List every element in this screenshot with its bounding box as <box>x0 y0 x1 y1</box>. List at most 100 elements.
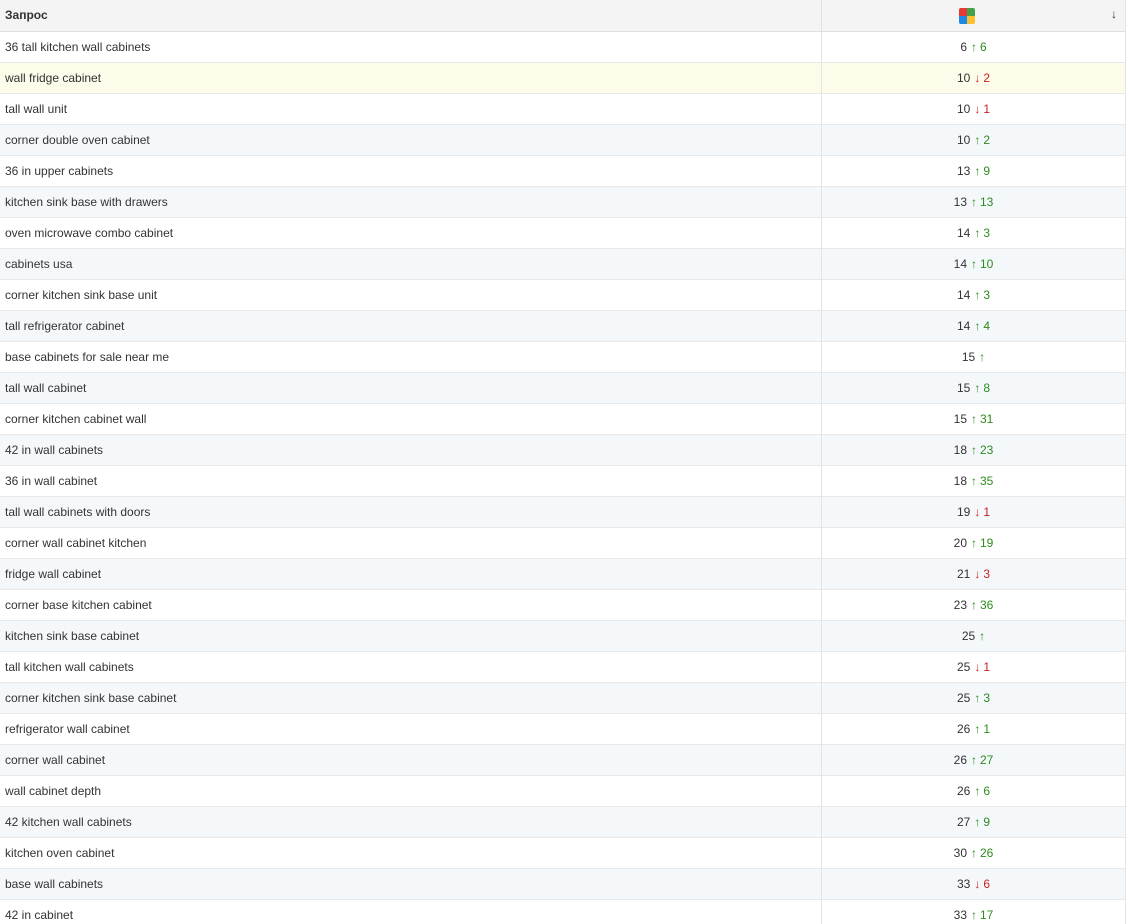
arrow-up-icon: ↑ <box>974 691 981 705</box>
position-change: 23 <box>980 443 994 457</box>
table-row[interactable]: corner kitchen cabinet wall 15 ↑ 31 <box>0 404 1125 435</box>
position-value: 15 <box>956 381 971 395</box>
arrow-up-icon: ↑ <box>974 226 981 240</box>
position-cell: 23 ↑ 36 <box>822 590 1125 620</box>
table-row[interactable]: 36 in upper cabinets 13 ↑ 9 <box>0 156 1125 187</box>
query-cell: fridge wall cabinet <box>0 559 822 589</box>
arrow-up-icon: ↑ <box>971 753 977 767</box>
position-value: 26 <box>953 753 967 767</box>
query-column-header[interactable]: Запрос <box>0 0 822 31</box>
arrow-down-icon: ↓ <box>974 102 981 116</box>
position-value: 26 <box>956 722 971 736</box>
arrow-up-icon: ↑ <box>974 164 981 178</box>
query-cell: tall wall cabinet <box>0 373 822 403</box>
table-row[interactable]: refrigerator wall cabinet 26 ↑ 1 <box>0 714 1125 745</box>
arrow-up-icon: ↑ <box>974 288 981 302</box>
query-cell: 42 in wall cabinets <box>0 435 822 465</box>
arrow-up-icon: ↑ <box>971 412 977 426</box>
table-row[interactable]: corner kitchen sink base unit 14 ↑ 3 <box>0 280 1125 311</box>
query-cell: 42 kitchen wall cabinets <box>0 807 822 837</box>
position-value: 25 <box>961 629 976 643</box>
table-row[interactable]: kitchen sink base cabinet 25 ↑ <box>0 621 1125 652</box>
table-row[interactable]: base cabinets for sale near me 15 ↑ <box>0 342 1125 373</box>
position-cell: 14 ↑ 4 <box>822 311 1125 341</box>
table-row[interactable]: corner wall cabinet kitchen 20 ↑ 19 <box>0 528 1125 559</box>
position-change: 2 <box>983 133 991 147</box>
position-change: 3 <box>983 567 991 581</box>
position-change: 13 <box>980 195 994 209</box>
position-cell: 26 ↑ 6 <box>822 776 1125 806</box>
query-cell: wall fridge cabinet <box>0 63 822 93</box>
position-change: 1 <box>983 505 991 519</box>
position-value: 21 <box>956 567 971 581</box>
table-row[interactable]: base wall cabinets 33 ↓ 6 <box>0 869 1125 900</box>
position-cell: 21 ↓ 3 <box>822 559 1125 589</box>
position-cell: 6 ↑ 6 <box>822 32 1125 62</box>
position-change: 1 <box>983 722 991 736</box>
position-cell: 15 ↑ <box>822 342 1125 372</box>
table-row[interactable]: tall wall unit 10 ↓ 1 <box>0 94 1125 125</box>
arrow-down-icon: ↓ <box>974 505 981 519</box>
position-change: 4 <box>983 319 991 333</box>
position-cell: 18 ↑ 35 <box>822 466 1125 496</box>
position-change: 3 <box>983 691 991 705</box>
arrow-up-icon: ↑ <box>974 133 981 147</box>
table-row[interactable]: tall refrigerator cabinet 14 ↑ 4 <box>0 311 1125 342</box>
arrow-up-icon: ↑ <box>974 381 981 395</box>
position-cell: 25 ↑ 3 <box>822 683 1125 713</box>
position-change: 26 <box>980 846 994 860</box>
position-value: 23 <box>953 598 967 612</box>
table-row[interactable]: corner kitchen sink base cabinet 25 ↑ 3 <box>0 683 1125 714</box>
position-column-header[interactable]: ↓ <box>822 0 1125 31</box>
position-value: 13 <box>956 164 971 178</box>
arrow-down-icon: ↓ <box>974 71 981 85</box>
table-row[interactable]: wall cabinet depth 26 ↑ 6 <box>0 776 1125 807</box>
position-cell: 14 ↑ 3 <box>822 218 1125 248</box>
table-row[interactable]: 42 in cabinet 33 ↑ 17 <box>0 900 1125 924</box>
table-row[interactable]: corner wall cabinet 26 ↑ 27 <box>0 745 1125 776</box>
position-cell: 25 ↓ 1 <box>822 652 1125 682</box>
table-row[interactable]: cabinets usa 14 ↑ 10 <box>0 249 1125 280</box>
query-cell: cabinets usa <box>0 249 822 279</box>
query-cell: corner kitchen sink base cabinet <box>0 683 822 713</box>
table-row[interactable]: 36 in wall cabinet 18 ↑ 35 <box>0 466 1125 497</box>
position-cell: 26 ↑ 1 <box>822 714 1125 744</box>
position-cell: 10 ↓ 1 <box>822 94 1125 124</box>
position-change: 2 <box>983 71 991 85</box>
arrow-up-icon: ↑ <box>971 474 977 488</box>
query-cell: base cabinets for sale near me <box>0 342 822 372</box>
arrow-down-icon: ↓ <box>974 877 981 891</box>
position-cell: 19 ↓ 1 <box>822 497 1125 527</box>
position-cell: 10 ↓ 2 <box>822 63 1125 93</box>
table-row[interactable]: tall wall cabinet 15 ↑ 8 <box>0 373 1125 404</box>
table-row[interactable]: wall fridge cabinet 10 ↓ 2 <box>0 63 1125 94</box>
position-value: 14 <box>953 257 967 271</box>
query-cell: corner wall cabinet kitchen <box>0 528 822 558</box>
table-row[interactable]: 42 kitchen wall cabinets 27 ↑ 9 <box>0 807 1125 838</box>
position-value: 19 <box>956 505 971 519</box>
table-row[interactable]: kitchen sink base with drawers 13 ↑ 13 <box>0 187 1125 218</box>
arrow-up-icon: ↑ <box>971 257 977 271</box>
table-row[interactable]: corner double oven cabinet 10 ↑ 2 <box>0 125 1125 156</box>
table-row[interactable]: tall wall cabinets with doors 19 ↓ 1 <box>0 497 1125 528</box>
position-value: 20 <box>953 536 967 550</box>
table-row[interactable]: 36 tall kitchen wall cabinets 6 ↑ 6 <box>0 32 1125 63</box>
table-row[interactable]: 42 in wall cabinets 18 ↑ 23 <box>0 435 1125 466</box>
table-row[interactable]: corner base kitchen cabinet 23 ↑ 36 <box>0 590 1125 621</box>
table-body: 36 tall kitchen wall cabinets 6 ↑ 6 wall fri… <box>0 32 1125 924</box>
arrow-up-icon: ↑ <box>979 629 986 643</box>
query-cell: 36 tall kitchen wall cabinets <box>0 32 822 62</box>
table-row[interactable]: kitchen oven cabinet 30 ↑ 26 <box>0 838 1125 869</box>
sort-arrow-icon[interactable]: ↓ <box>1111 7 1117 21</box>
position-value: 33 <box>956 877 971 891</box>
query-cell: corner kitchen sink base unit <box>0 280 822 310</box>
table-row[interactable]: oven microwave combo cabinet 14 ↑ 3 <box>0 218 1125 249</box>
position-value: 6 <box>960 40 967 54</box>
query-cell: corner wall cabinet <box>0 745 822 775</box>
arrow-up-icon: ↑ <box>971 40 977 54</box>
icon-quadrant <box>967 16 975 24</box>
table-row[interactable]: fridge wall cabinet 21 ↓ 3 <box>0 559 1125 590</box>
position-change: 17 <box>980 908 994 922</box>
arrow-down-icon: ↓ <box>974 660 981 674</box>
table-row[interactable]: tall kitchen wall cabinets 25 ↓ 1 <box>0 652 1125 683</box>
